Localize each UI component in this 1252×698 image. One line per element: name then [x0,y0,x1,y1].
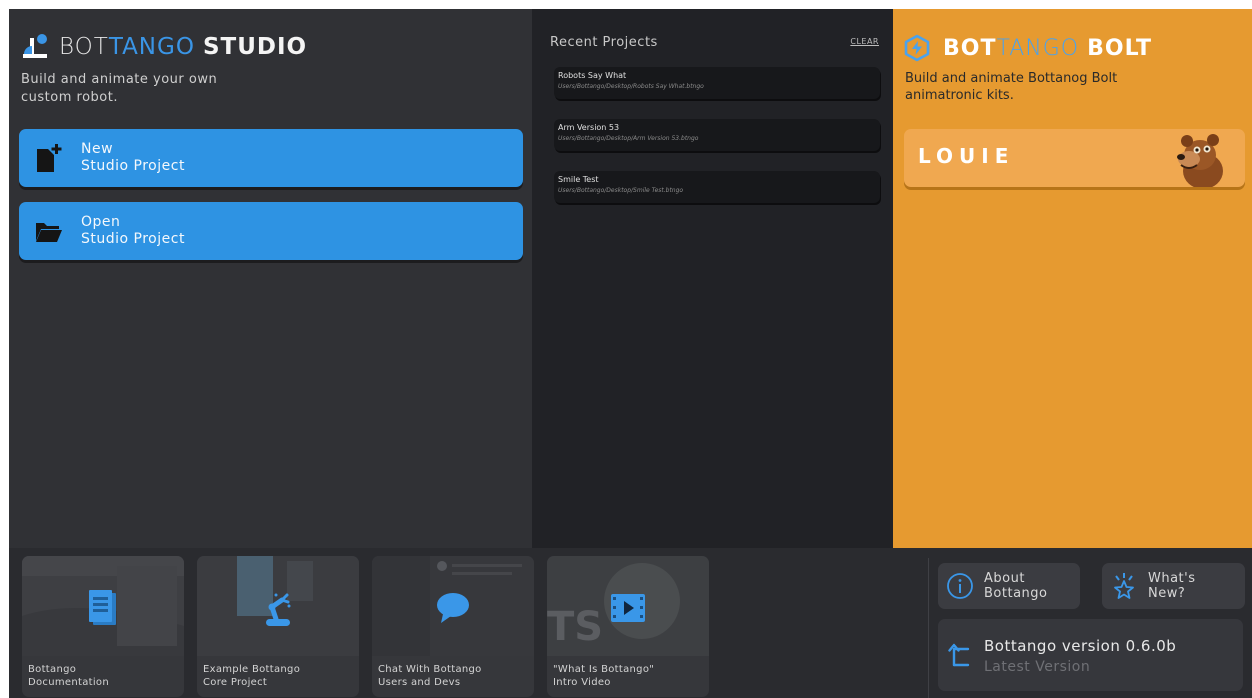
example-project-tile[interactable]: Example Bottango Core Project [197,556,359,697]
video-icon [608,588,648,628]
studio-subtitle: Build and animate your own custom robot. [21,71,281,107]
new-button-line1: New [81,141,114,157]
chat-bubble-icon [433,588,473,628]
bolt-subtitle-line1: Build and animate Bottanog Bolt [905,71,1118,86]
version-status: Latest Version [984,659,1091,675]
tile-label-line2: Core Project [203,677,268,688]
bolt-title: BOT TANGO BOLT [903,33,1152,63]
studio-title-part2: TANGO [108,34,195,60]
recent-project-item[interactable]: Robots Say What Users/Bottango/Desktop/R… [554,67,880,99]
recent-project-path: Users/Bottango/Desktop/Smile Test.btngo [558,187,684,194]
new-studio-project-button[interactable]: New Studio Project [19,129,523,187]
recent-project-path: Users/Bottango/Desktop/Arm Version 53.bt… [558,135,699,142]
version-title: Bottango version 0.6.0b [984,637,1177,655]
upgrade-arrow-icon [948,643,970,667]
bottango-logo-icon [23,34,47,58]
info-icon [946,572,974,600]
open-button-line2: Studio Project [81,231,185,247]
bolt-panel: BOT TANGO BOLT Build and animate Bottanog … [893,9,1252,548]
whats-new-line2: New? [1148,586,1186,601]
launcher-window: BOTTANGO STUDIO Build and animate your ow… [9,9,1252,698]
svg-text:TS: TS [547,604,603,650]
studio-subtitle-line1: Build and animate your own [21,72,218,87]
about-bottango-button[interactable]: About Bottango [938,563,1080,609]
studio-panel: BOTTANGO STUDIO Build and animate your ow… [9,9,532,548]
about-line1: About [984,571,1025,586]
louie-mascot-image [1177,134,1223,187]
bolt-subtitle: Build and animate Bottanog Bolt animatro… [905,70,1165,104]
tile-label-line1: Bottango [28,664,77,675]
documentation-tile[interactable]: Bottango Documentation [22,556,184,697]
tile-label-line1: "What Is Bottango" [553,664,655,675]
new-button-line2: Studio Project [81,158,185,174]
tile-label-line2: Intro Video [553,677,611,688]
recent-projects-panel: Recent Projects CLEAR Robots Say What Us… [532,9,893,548]
new-file-icon [35,143,63,173]
bottom-bar: Bottango Documentation Example Bottango … [9,548,1252,698]
sparkle-star-icon [1110,572,1138,600]
whats-new-button[interactable]: What's New? [1102,563,1245,609]
recent-project-item[interactable]: Arm Version 53 Users/Bottango/Desktop/Ar… [554,119,880,151]
lightning-hexagon-icon [904,34,930,62]
document-icon [83,588,123,628]
intro-video-tile[interactable]: TS "What Is Bottango" Intro Video [547,556,709,697]
open-button-line1: Open [81,214,121,230]
bolt-title-part1: BOT [943,35,997,61]
about-line2: Bottango [984,586,1048,601]
studio-title-part3: STUDIO [202,34,308,60]
tile-label-line2: Documentation [28,677,109,688]
bolt-title-part2: TANGO [996,35,1080,61]
version-info-box[interactable]: Bottango version 0.6.0b Latest Version [938,619,1243,691]
bolt-subtitle-line2: animatronic kits. [905,88,1014,103]
tile-label-line2: Users and Devs [378,677,461,688]
recent-projects-title: Recent Projects [550,35,658,50]
tile-label-line1: Example Bottango [203,664,301,675]
open-studio-project-button[interactable]: Open Studio Project [19,202,523,260]
robot-arm-icon [258,588,298,628]
recent-project-item[interactable]: Smile Test Users/Bottango/Desktop/Smile … [554,171,880,203]
kit-name: LOUIE [918,144,1015,168]
studio-title: BOTTANGO STUDIO [21,31,307,63]
bottom-divider [928,558,929,698]
recent-project-name: Smile Test [558,175,599,184]
recent-project-name: Robots Say What [558,71,627,80]
studio-title-part1: BOT [59,34,109,60]
tile-label-line1: Chat With Bottango [378,664,482,675]
bolt-title-part3: BOLT [1087,35,1152,61]
studio-subtitle-line2: custom robot. [21,90,118,105]
chat-tile[interactable]: Chat With Bottango Users and Devs [372,556,534,697]
recent-projects-list: Robots Say What Users/Bottango/Desktop/R… [554,67,880,223]
whats-new-line1: What's [1148,571,1196,586]
folder-icon [35,216,63,246]
clear-recent-link[interactable]: CLEAR [850,37,879,46]
recent-project-path: Users/Bottango/Desktop/Robots Say What.b… [558,83,704,90]
louie-kit-button[interactable]: LOUIE [904,129,1245,187]
recent-project-name: Arm Version 53 [558,123,620,132]
